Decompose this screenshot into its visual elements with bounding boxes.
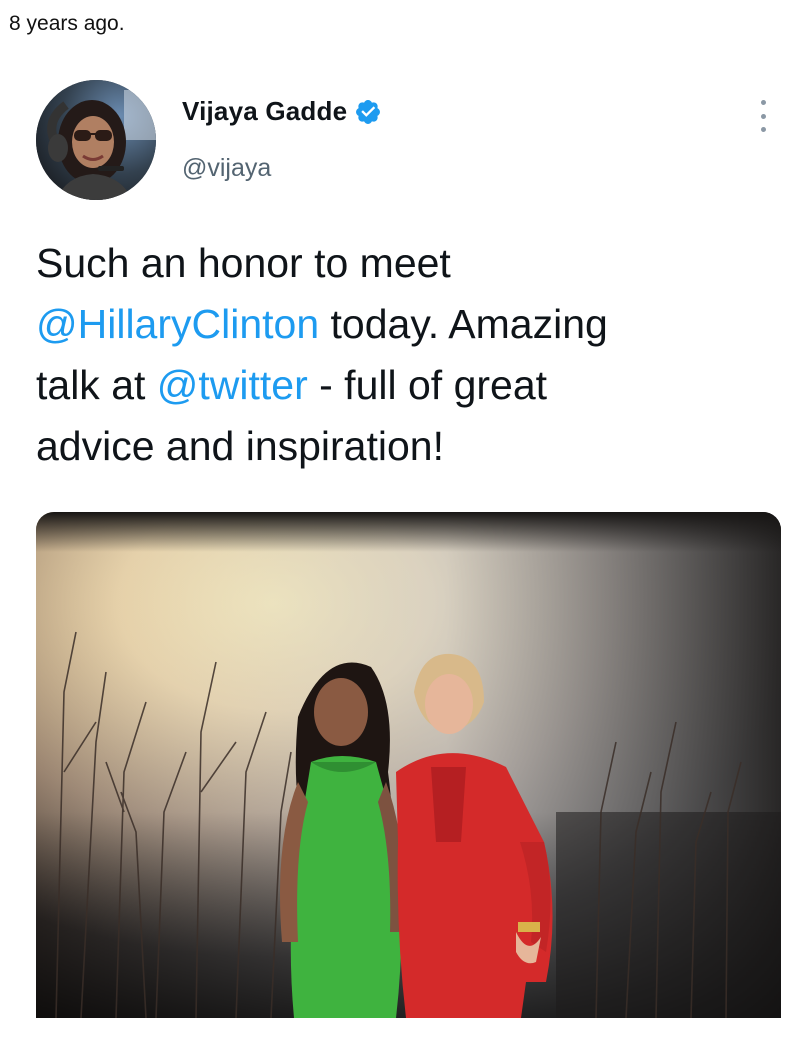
more-dot [760, 113, 766, 119]
verified-badge-icon [356, 99, 381, 124]
tweet-text: Such an honor to meet @HillaryClinton to… [36, 233, 776, 477]
tweet-text-segment: - full of great [307, 362, 548, 408]
tweet-photo[interactable] [36, 512, 781, 1018]
mention-link-twitter[interactable]: @twitter [157, 362, 308, 408]
mention-link-hillaryclinton[interactable]: @HillaryClinton [36, 301, 319, 347]
author-name[interactable]: Vijaya Gadde [182, 96, 347, 127]
tweet-text-segment: Such an honor to meet [36, 240, 451, 286]
tweet-line: Such an honor to meet [36, 233, 776, 294]
tweet-text-segment: talk at [36, 362, 157, 408]
more-dot [760, 127, 766, 132]
tweet-text-segment: today. Amazing [319, 301, 608, 347]
tweet-line: advice and inspiration! [36, 416, 776, 477]
more-options-icon[interactable] [750, 98, 776, 134]
avatar-image [36, 80, 156, 200]
more-dot [760, 100, 766, 105]
author-avatar[interactable] [36, 80, 156, 200]
photo-image [36, 512, 781, 1018]
time-ago-label: 8 years ago. [9, 12, 125, 35]
author-handle[interactable]: @vijaya [182, 154, 271, 183]
tweet-line: @HillaryClinton today. Amazing [36, 294, 776, 355]
author-name-row[interactable]: Vijaya Gadde [182, 96, 382, 127]
tweet-text-segment: advice and inspiration! [36, 423, 444, 469]
tweet-line: talk at @twitter - full of great [36, 355, 776, 416]
